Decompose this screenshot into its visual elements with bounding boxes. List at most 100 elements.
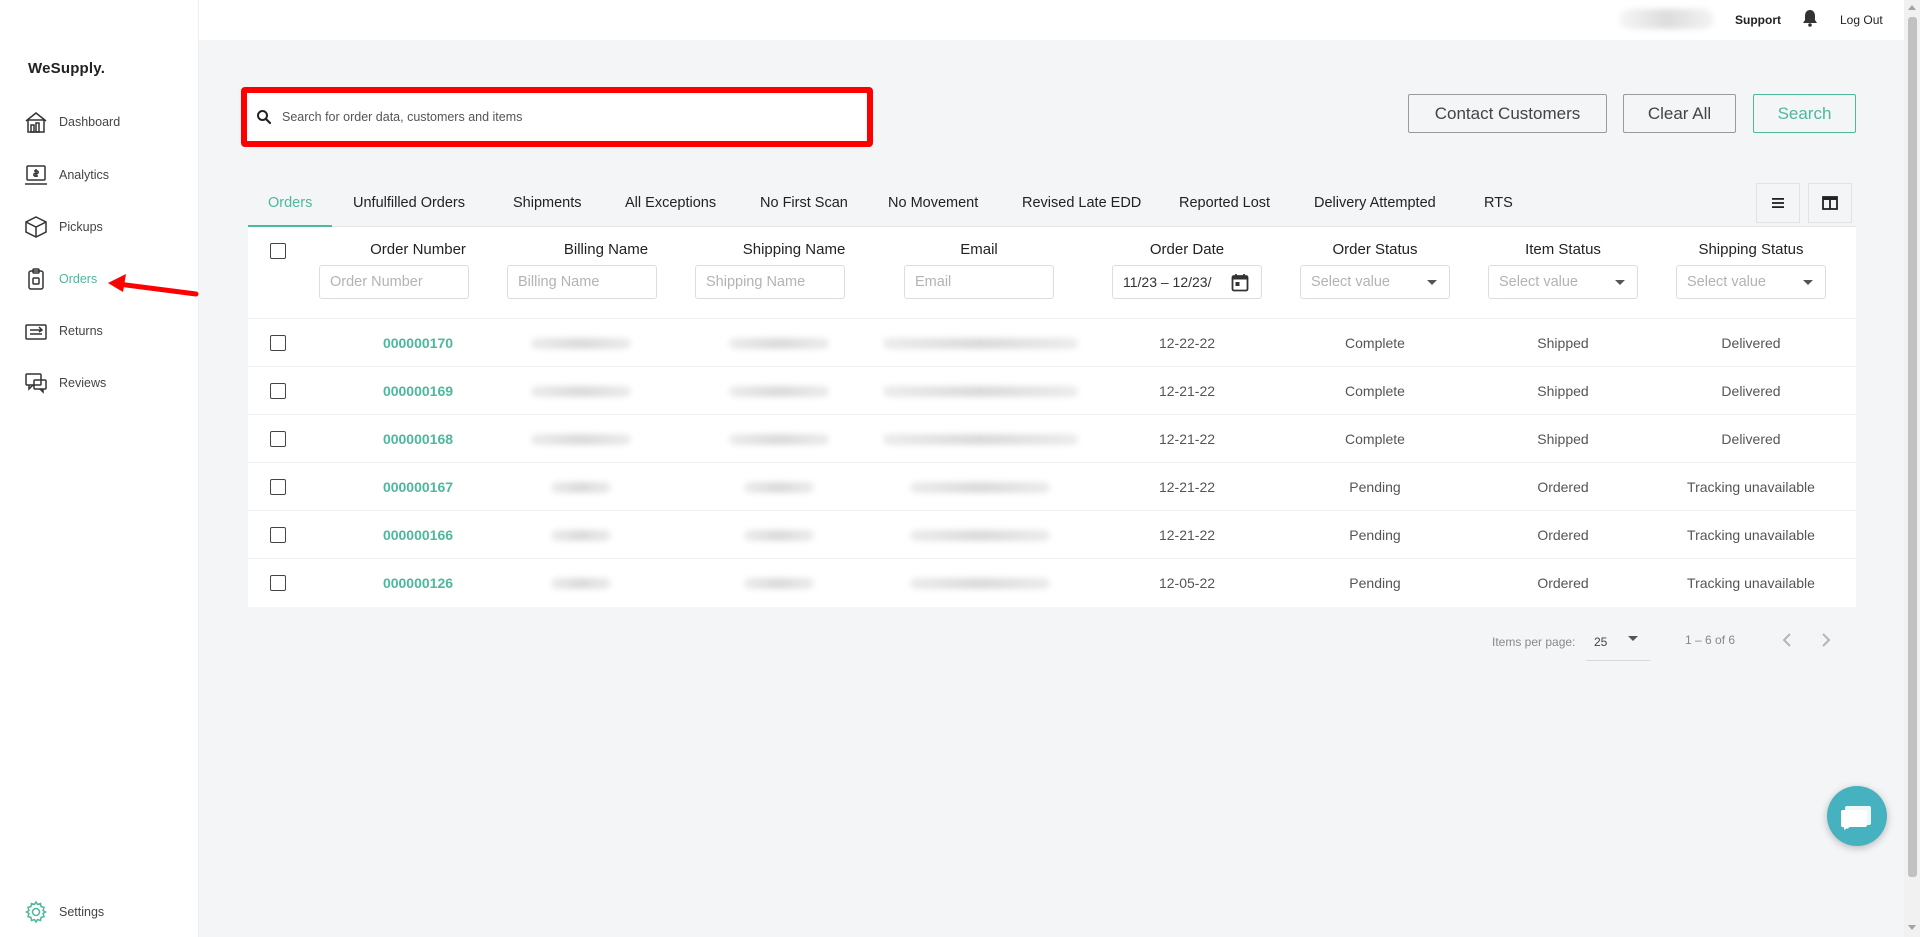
tab-unfulfilled-orders[interactable]: Unfulfilled Orders bbox=[353, 183, 465, 227]
item-status: Ordered bbox=[1537, 527, 1589, 543]
annotation-arrow bbox=[108, 274, 199, 297]
shipping-status: Tracking unavailable bbox=[1687, 575, 1815, 591]
billing-name-blurred bbox=[551, 578, 611, 589]
box-icon bbox=[25, 216, 47, 238]
reviews-icon bbox=[25, 373, 47, 394]
previous-page-icon[interactable] bbox=[1775, 628, 1799, 652]
tab-rts[interactable]: RTS bbox=[1484, 183, 1513, 227]
order-status: Pending bbox=[1349, 479, 1401, 495]
column-header-email: Email bbox=[960, 241, 998, 258]
scroll-up-arrow[interactable] bbox=[1908, 5, 1916, 10]
order-status-filter[interactable]: Select value bbox=[1300, 265, 1450, 299]
order-number-filter[interactable] bbox=[319, 265, 469, 299]
support-link[interactable]: Support bbox=[1735, 13, 1781, 27]
order-status: Complete bbox=[1345, 335, 1405, 351]
email-blurred bbox=[910, 482, 1050, 493]
analytics-icon bbox=[25, 165, 47, 185]
table-row[interactable]: 000000166 12-21-22 Pending Ordered Track… bbox=[248, 511, 1856, 559]
email-filter[interactable] bbox=[904, 265, 1054, 299]
tab-orders[interactable]: Orders bbox=[248, 183, 333, 227]
row-checkbox[interactable] bbox=[270, 527, 286, 543]
clipboard-icon bbox=[28, 268, 44, 290]
order-number-link[interactable]: 000000170 bbox=[383, 335, 453, 351]
table-row[interactable]: 000000126 12-05-22 Pending Ordered Track… bbox=[248, 559, 1856, 607]
order-status: Pending bbox=[1349, 575, 1401, 591]
table-header: Order Number Billing Name Shipping Name … bbox=[248, 227, 1856, 319]
sidebar-item-reviews[interactable]: Reviews bbox=[24, 369, 106, 397]
email-blurred bbox=[883, 386, 1078, 397]
order-date: 12-21-22 bbox=[1158, 383, 1216, 399]
order-number-link[interactable]: 000000167 bbox=[383, 479, 453, 495]
shipping-status: Tracking unavailable bbox=[1687, 479, 1815, 495]
select-all-checkbox[interactable] bbox=[270, 243, 286, 259]
sidebar-item-pickups[interactable]: Pickups bbox=[24, 213, 103, 241]
select-placeholder: Select value bbox=[1687, 274, 1766, 290]
column-header-order-number: Order Number bbox=[370, 241, 466, 258]
sidebar-item-orders[interactable]: Orders bbox=[24, 265, 97, 293]
shipping-name-blurred bbox=[729, 338, 829, 349]
search-input[interactable] bbox=[282, 110, 842, 124]
bell-icon[interactable] bbox=[1802, 9, 1818, 27]
shipping-name-filter[interactable] bbox=[695, 265, 845, 299]
tab-revised-late-edd[interactable]: Revised Late EDD bbox=[1022, 183, 1141, 227]
column-header-shipping-status: Shipping Status bbox=[1698, 241, 1804, 258]
sidebar-item-dashboard[interactable]: Dashboard bbox=[24, 108, 120, 136]
row-checkbox[interactable] bbox=[270, 479, 286, 495]
tab-all-exceptions[interactable]: All Exceptions bbox=[625, 183, 716, 227]
sidebar-item-settings[interactable]: Settings bbox=[24, 898, 104, 926]
column-header-billing-name: Billing Name bbox=[563, 241, 649, 258]
select-placeholder: Select value bbox=[1311, 274, 1390, 290]
billing-name-filter[interactable] bbox=[507, 265, 657, 299]
email-blurred bbox=[883, 434, 1078, 445]
tab-reported-lost[interactable]: Reported Lost bbox=[1179, 183, 1270, 227]
tab-no-movement[interactable]: No Movement bbox=[888, 183, 978, 227]
columns-view-button[interactable] bbox=[1808, 183, 1852, 223]
item-status-filter[interactable]: Select value bbox=[1488, 265, 1638, 299]
row-checkbox[interactable] bbox=[270, 431, 286, 447]
table-row[interactable]: 000000167 12-21-22 Pending Ordered Track… bbox=[248, 463, 1856, 511]
search-button[interactable]: Search bbox=[1753, 94, 1856, 133]
sidebar-item-returns[interactable]: Returns bbox=[24, 317, 103, 345]
table-row[interactable]: 000000169 12-21-22 Complete Shipped Deli… bbox=[248, 367, 1856, 415]
row-checkbox[interactable] bbox=[270, 383, 286, 399]
gear-icon bbox=[25, 900, 47, 924]
order-date-range-filter[interactable]: 11/23 – 12/23/ bbox=[1112, 265, 1262, 299]
shipping-status-filter[interactable]: Select value bbox=[1676, 265, 1826, 299]
order-number-link[interactable]: 000000126 bbox=[383, 575, 453, 591]
clear-all-button[interactable]: Clear All bbox=[1623, 94, 1736, 133]
calendar-icon[interactable] bbox=[1231, 273, 1249, 292]
email-blurred bbox=[910, 530, 1050, 541]
scroll-down-arrow[interactable] bbox=[1908, 925, 1916, 930]
tab-shipments[interactable]: Shipments bbox=[513, 183, 582, 227]
table-row[interactable]: 000000170 12-22-22 Complete Shipped Deli… bbox=[248, 319, 1856, 367]
logout-link[interactable]: Log Out bbox=[1840, 13, 1883, 27]
contact-customers-button[interactable]: Contact Customers bbox=[1408, 94, 1607, 133]
order-number-link[interactable]: 000000166 bbox=[383, 527, 453, 543]
column-header-order-date: Order Date bbox=[1149, 241, 1225, 258]
items-per-page-select[interactable]: 25 bbox=[1586, 617, 1650, 661]
table-row[interactable]: 000000168 12-21-22 Complete Shipped Deli… bbox=[248, 415, 1856, 463]
tab-delivery-attempted[interactable]: Delivery Attempted bbox=[1314, 183, 1436, 227]
item-status: Shipped bbox=[1537, 335, 1589, 351]
date-range-value: 11/23 – 12/23/ bbox=[1123, 274, 1212, 290]
order-date: 12-21-22 bbox=[1158, 527, 1216, 543]
billing-name-blurred bbox=[531, 338, 631, 349]
tab-no-first-scan[interactable]: No First Scan bbox=[760, 183, 848, 227]
order-number-link[interactable]: 000000168 bbox=[383, 431, 453, 447]
shipping-name-blurred bbox=[729, 434, 829, 445]
select-placeholder: Select value bbox=[1499, 274, 1578, 290]
chat-widget-button[interactable] bbox=[1827, 786, 1887, 846]
page-scrollbar[interactable] bbox=[1904, 0, 1920, 937]
sidebar-item-analytics[interactable]: Analytics bbox=[24, 161, 109, 189]
column-header-shipping-name: Shipping Name bbox=[742, 241, 846, 258]
row-checkbox[interactable] bbox=[270, 335, 286, 351]
sidebar-item-label: Reviews bbox=[59, 376, 107, 390]
row-checkbox[interactable] bbox=[270, 575, 286, 591]
scroll-thumb[interactable] bbox=[1908, 17, 1917, 877]
list-view-button[interactable] bbox=[1756, 183, 1800, 223]
items-per-page-label: Items per page: bbox=[1492, 635, 1576, 649]
order-status: Complete bbox=[1345, 431, 1405, 447]
order-number-link[interactable]: 000000169 bbox=[383, 383, 453, 399]
email-blurred bbox=[883, 338, 1078, 349]
next-page-icon[interactable] bbox=[1814, 628, 1838, 652]
